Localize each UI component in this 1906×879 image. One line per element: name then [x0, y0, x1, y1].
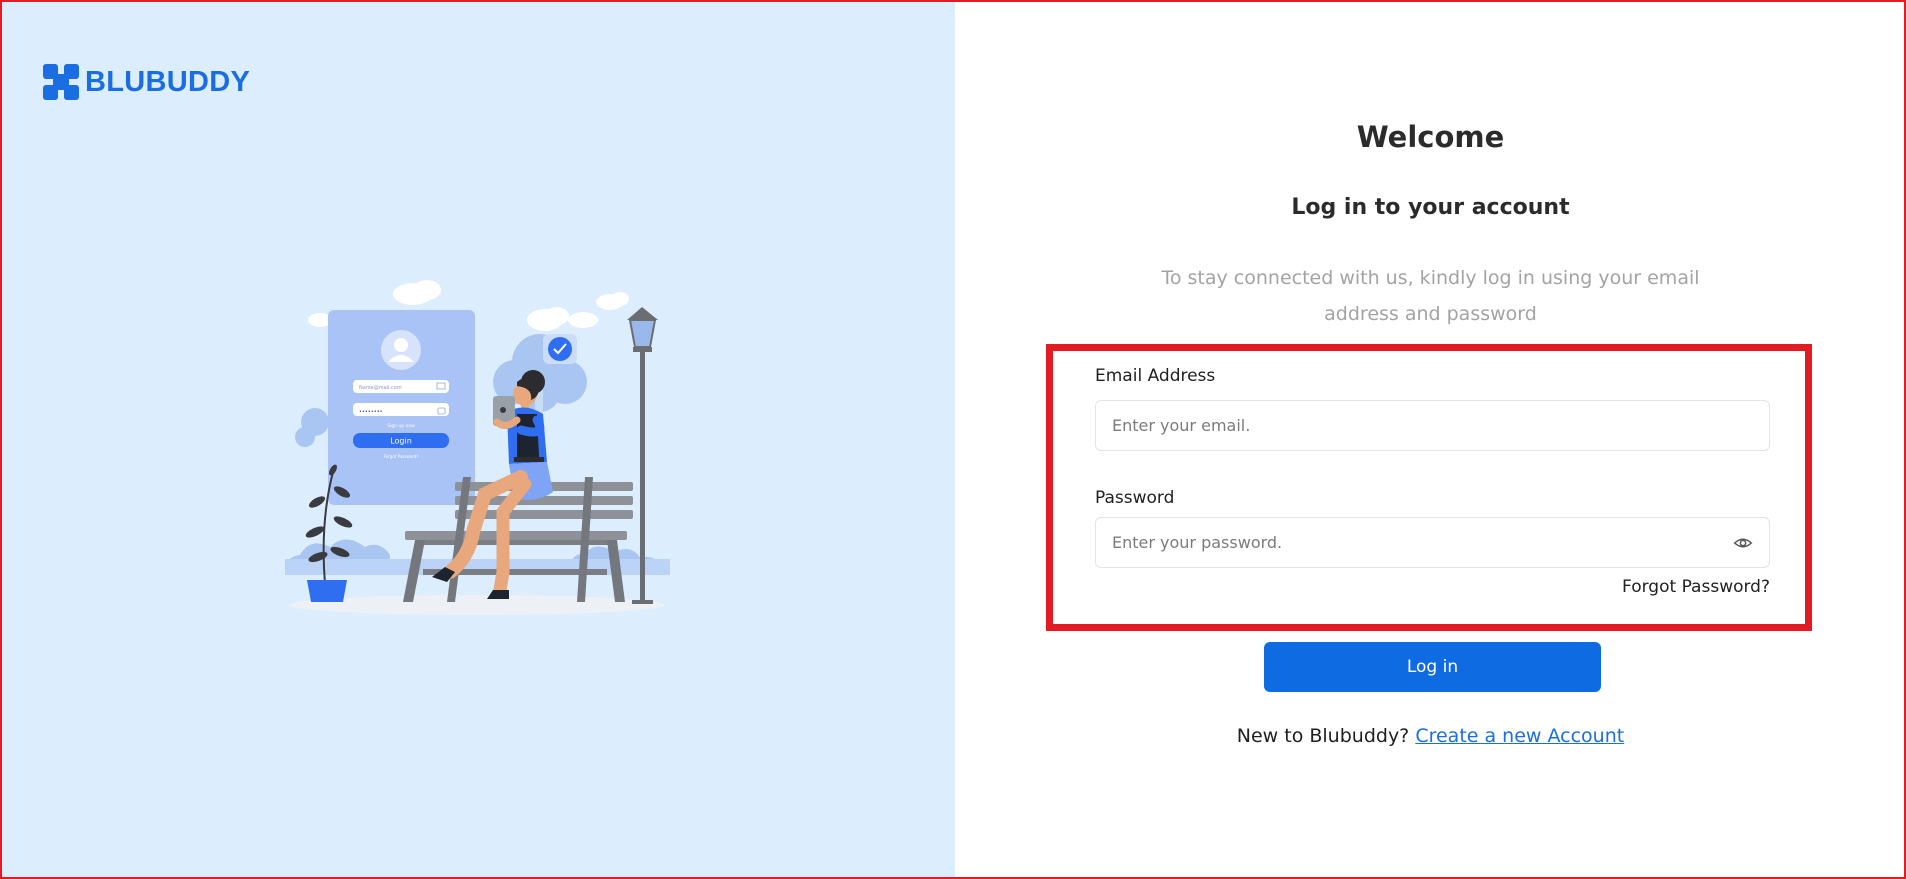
email-label: Email Address	[1095, 366, 1216, 386]
password-field-wrapper	[1095, 517, 1770, 568]
email-field[interactable]	[1112, 401, 1753, 450]
svg-text:Sign up now: Sign up now	[387, 423, 415, 429]
svg-text:••••••••: ••••••••	[359, 409, 383, 415]
plant-pot	[307, 580, 347, 602]
svg-text:Name@mail.com: Name@mail.com	[359, 385, 402, 391]
password-field[interactable]	[1112, 518, 1733, 567]
brand-name: BLUBUDDY	[85, 65, 251, 98]
login-description: To stay connected with us, kindly log in…	[1161, 267, 1700, 325]
left-panel: BLUBUDDY Name@mail.com •••••••• Sign up …	[0, 0, 955, 879]
svg-text:Login: Login	[390, 437, 412, 446]
signup-prompt: New to Blubuddy? Create a new Account	[955, 725, 1906, 747]
page-subtitle: Log in to your account	[1291, 195, 1570, 220]
brand-logo: BLUBUDDY	[43, 64, 250, 100]
page-title: Welcome	[1356, 120, 1505, 154]
logo-icon	[43, 64, 79, 100]
forgot-password-link[interactable]: Forgot Password?	[1622, 577, 1770, 597]
login-illustration: Name@mail.com •••••••• Sign up now Login…	[285, 280, 670, 615]
svg-text:Forgot Password?: Forgot Password?	[384, 454, 419, 459]
login-button[interactable]: Log in	[1264, 642, 1601, 692]
password-label: Password	[1095, 488, 1175, 508]
check-icon	[548, 337, 572, 361]
signup-prompt-text: New to Blubuddy?	[1236, 725, 1410, 747]
login-panel: Welcome Log in to your account To stay c…	[955, 0, 1906, 879]
email-field-wrapper	[1095, 400, 1770, 451]
create-account-link[interactable]: Create a new Account	[1415, 725, 1624, 747]
eye-icon[interactable]	[1733, 533, 1753, 553]
